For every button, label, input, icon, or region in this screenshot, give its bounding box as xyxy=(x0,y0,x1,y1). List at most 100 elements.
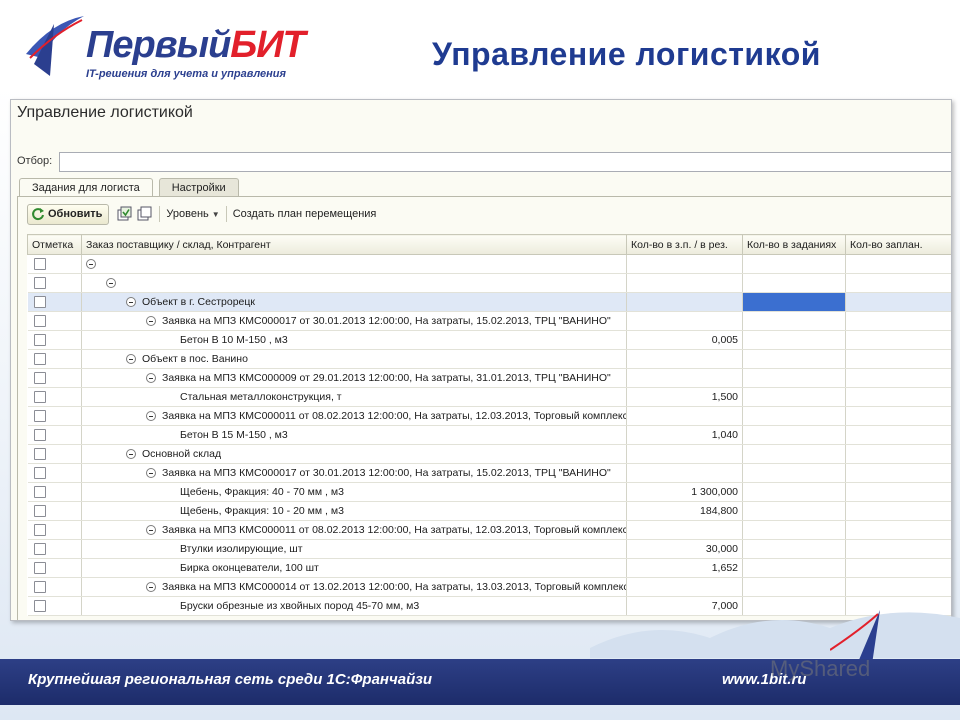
collapse-toggle-icon[interactable] xyxy=(146,373,156,384)
collapse-toggle-icon[interactable] xyxy=(146,468,156,479)
collapse-toggle-icon[interactable] xyxy=(146,411,156,422)
row-qty-order-cell[interactable]: 184,800 xyxy=(626,501,743,521)
table-row[interactable]: Бетон В 15 М-150 , м3 1,040 xyxy=(27,425,951,445)
row-qty-planned-cell[interactable] xyxy=(845,520,951,540)
column-header-qty-planned[interactable]: Кол-во заплан. xyxy=(845,234,951,255)
row-qty-order-cell[interactable]: 1,500 xyxy=(626,387,743,407)
row-checkbox[interactable] xyxy=(33,315,46,328)
row-qty-planned-cell[interactable] xyxy=(845,368,951,388)
collapse-toggle-icon[interactable] xyxy=(146,316,156,327)
table-row[interactable] xyxy=(27,254,951,274)
table-row[interactable]: Заявка на МПЗ КМС000011 от 08.02.2013 12… xyxy=(27,520,951,540)
row-qty-planned-cell[interactable] xyxy=(845,311,951,331)
row-qty-planned-cell[interactable] xyxy=(845,406,951,426)
level-dropdown[interactable]: Уровень ▼ xyxy=(166,208,219,220)
tab-logist-tasks[interactable]: Задания для логиста xyxy=(19,178,153,198)
table-row[interactable]: Основной склад xyxy=(27,444,951,464)
table-row[interactable]: Щебень, Фракция: 10 - 20 мм , м3 184,800 xyxy=(27,501,951,521)
filter-input[interactable] xyxy=(59,152,951,172)
row-qty-order-cell[interactable] xyxy=(626,292,743,312)
row-checkbox[interactable] xyxy=(33,258,46,271)
row-qty-planned-cell[interactable] xyxy=(845,387,951,407)
row-checkbox[interactable] xyxy=(33,562,46,575)
collapse-toggle-icon[interactable] xyxy=(146,582,156,593)
row-checkbox[interactable] xyxy=(33,486,46,499)
row-checkbox[interactable] xyxy=(33,277,46,290)
row-qty-planned-cell[interactable] xyxy=(845,463,951,483)
column-header-mark[interactable]: Отметка xyxy=(27,234,82,255)
row-qty-order-cell[interactable] xyxy=(626,520,743,540)
row-checkbox[interactable] xyxy=(33,429,46,442)
table-row[interactable] xyxy=(27,273,951,293)
row-qty-planned-cell[interactable] xyxy=(845,292,951,312)
table-row[interactable]: Бирка оконцеватели, 100 шт 1,652 xyxy=(27,558,951,578)
row-qty-tasks-cell[interactable] xyxy=(742,311,846,331)
row-qty-order-cell[interactable] xyxy=(626,368,743,388)
row-qty-order-cell[interactable] xyxy=(626,577,743,597)
table-row[interactable]: Объект в г. Сестрорецк xyxy=(27,292,951,312)
collapse-toggle-icon[interactable] xyxy=(86,259,96,270)
row-qty-tasks-cell[interactable] xyxy=(742,463,846,483)
table-row[interactable]: Бетон В 10 М-150 , м3 0,005 xyxy=(27,330,951,350)
row-qty-planned-cell[interactable] xyxy=(845,577,951,597)
row-qty-tasks-cell[interactable] xyxy=(742,482,846,502)
collapse-toggle-icon[interactable] xyxy=(126,449,136,460)
row-qty-order-cell[interactable]: 0,005 xyxy=(626,330,743,350)
row-qty-order-cell[interactable] xyxy=(626,311,743,331)
row-checkbox[interactable] xyxy=(33,372,46,385)
row-qty-planned-cell[interactable] xyxy=(845,330,951,350)
column-header-qty-order[interactable]: Кол-во в з.п. / в рез. xyxy=(626,234,743,255)
row-qty-tasks-cell[interactable] xyxy=(742,292,846,312)
row-qty-tasks-cell[interactable] xyxy=(742,406,846,426)
table-row[interactable]: Втулки изолирующие, шт 30,000 xyxy=(27,539,951,559)
row-qty-tasks-cell[interactable] xyxy=(742,501,846,521)
row-qty-planned-cell[interactable] xyxy=(845,349,951,369)
row-checkbox[interactable] xyxy=(33,467,46,480)
collapse-toggle-icon[interactable] xyxy=(126,354,136,365)
column-header-qty-tasks[interactable]: Кол-во в заданиях xyxy=(742,234,846,255)
row-qty-tasks-cell[interactable] xyxy=(742,425,846,445)
row-qty-tasks-cell[interactable] xyxy=(742,539,846,559)
tab-settings[interactable]: Настройки xyxy=(158,178,239,197)
row-qty-tasks-cell[interactable] xyxy=(742,577,846,597)
row-checkbox[interactable] xyxy=(33,581,46,594)
row-checkbox[interactable] xyxy=(33,296,46,309)
row-qty-planned-cell[interactable] xyxy=(845,425,951,445)
row-qty-order-cell[interactable] xyxy=(626,273,743,293)
row-qty-planned-cell[interactable] xyxy=(845,482,951,502)
table-row[interactable]: Заявка на МПЗ КМС000011 от 08.02.2013 12… xyxy=(27,406,951,426)
table-row[interactable]: Стальная металлоконструкция, т 1,500 xyxy=(27,387,951,407)
row-qty-order-cell[interactable] xyxy=(626,406,743,426)
collapse-toggle-icon[interactable] xyxy=(106,278,116,289)
row-qty-order-cell[interactable]: 1 300,000 xyxy=(626,482,743,502)
row-qty-tasks-cell[interactable] xyxy=(742,520,846,540)
row-qty-tasks-cell[interactable] xyxy=(742,349,846,369)
table-row[interactable]: Заявка на МПЗ КМС000017 от 30.01.2013 12… xyxy=(27,463,951,483)
row-qty-order-cell[interactable]: 30,000 xyxy=(626,539,743,559)
row-qty-tasks-cell[interactable] xyxy=(742,558,846,578)
row-qty-tasks-cell[interactable] xyxy=(742,368,846,388)
row-qty-order-cell[interactable] xyxy=(626,444,743,464)
uncheck-all-icon[interactable] xyxy=(137,206,153,222)
row-qty-order-cell[interactable]: 1,040 xyxy=(626,425,743,445)
refresh-button[interactable]: Обновить xyxy=(27,203,110,225)
row-qty-planned-cell[interactable] xyxy=(845,444,951,464)
table-row[interactable]: Щебень, Фракция: 40 - 70 мм , м3 1 300,00… xyxy=(27,482,951,502)
row-qty-planned-cell[interactable] xyxy=(845,273,951,293)
row-qty-tasks-cell[interactable] xyxy=(742,273,846,293)
row-checkbox[interactable] xyxy=(33,353,46,366)
row-qty-planned-cell[interactable] xyxy=(845,558,951,578)
table-row[interactable]: Заявка на МПЗ КМС000017 от 30.01.2013 12… xyxy=(27,311,951,331)
create-plan-button[interactable]: Создать план перемещения xyxy=(233,208,377,220)
collapse-toggle-icon[interactable] xyxy=(126,297,136,308)
row-qty-order-cell[interactable] xyxy=(626,254,743,274)
row-qty-order-cell[interactable] xyxy=(626,349,743,369)
row-checkbox[interactable] xyxy=(33,600,46,613)
row-checkbox[interactable] xyxy=(33,334,46,347)
row-checkbox[interactable] xyxy=(33,543,46,556)
row-qty-order-cell[interactable] xyxy=(626,463,743,483)
row-qty-tasks-cell[interactable] xyxy=(742,387,846,407)
column-header-order[interactable]: Заказ поставщику / склад, Контрагент xyxy=(81,234,627,255)
row-qty-planned-cell[interactable] xyxy=(845,254,951,274)
row-qty-planned-cell[interactable] xyxy=(845,501,951,521)
